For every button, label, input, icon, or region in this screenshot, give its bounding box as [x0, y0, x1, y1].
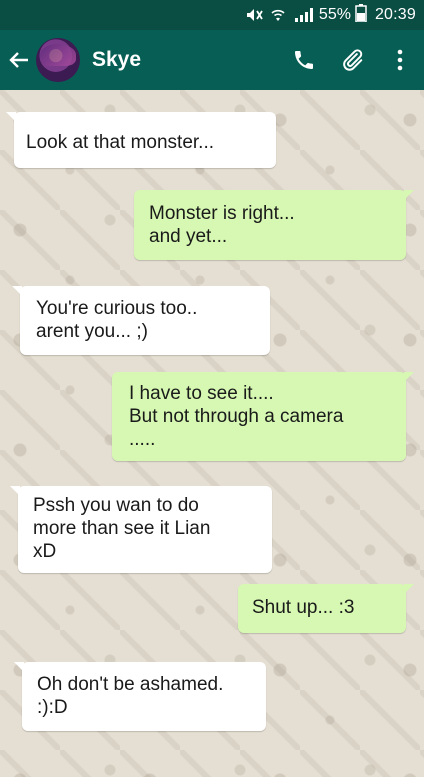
battery-icon	[355, 3, 367, 27]
avatar[interactable]	[36, 38, 80, 82]
battery-percent: 55%	[318, 6, 351, 23]
contact-name[interactable]: Skye	[92, 48, 280, 72]
back-arrow-icon	[9, 52, 28, 68]
message-text: Oh don't be ashamed.	[37, 674, 224, 695]
message-text: arent you... ;)	[36, 321, 148, 342]
message-text: I have to see it....	[129, 383, 274, 404]
message-text: xD	[33, 541, 57, 562]
clock: 20:39	[374, 6, 416, 23]
message-bubble[interactable]: Monster is right... and yet...	[134, 190, 414, 260]
mute-icon	[245, 7, 263, 23]
message-text: :):D	[37, 697, 68, 718]
back-button[interactable]	[2, 30, 36, 90]
message-bubble[interactable]: I have to see it.... But not through a c…	[112, 372, 414, 461]
message-text: .....	[129, 429, 156, 450]
message-bubble[interactable]: Shut up... :3	[238, 584, 414, 633]
message-text: Shut up... :3	[252, 597, 355, 618]
message-text: Pssh you wan to do	[33, 495, 199, 516]
message-bubble[interactable]: Pssh you wan to do more than see it Lian…	[10, 486, 272, 573]
attach-button[interactable]	[328, 30, 376, 90]
message-text: You're curious too..	[36, 298, 198, 319]
message-text: Monster is right...	[149, 203, 295, 224]
signal-icon	[293, 7, 313, 23]
status-bar: 55% 20:39	[0, 0, 424, 30]
message-text: But not through a camera	[129, 406, 344, 427]
call-button[interactable]	[280, 30, 328, 90]
message-text: more than see it Lian	[33, 518, 211, 539]
message-text: and yet...	[149, 226, 228, 247]
more-options-button[interactable]	[376, 30, 424, 90]
more-vert-icon	[397, 49, 403, 71]
chat-area[interactable]: Look at that monster... Monster is right…	[0, 90, 424, 777]
message-bubble[interactable]: Oh don't be ashamed. :):D	[14, 662, 266, 731]
message-text: Look at that monster...	[26, 132, 214, 153]
phone-icon	[295, 51, 313, 69]
status-icons	[245, 7, 313, 23]
wifi-icon	[269, 7, 287, 23]
paperclip-icon	[343, 49, 363, 71]
message-bubble[interactable]: You're curious too.. arent you... ;)	[12, 286, 270, 355]
chat-header: Skye	[0, 30, 424, 90]
message-bubble[interactable]: Look at that monster...	[6, 112, 276, 168]
